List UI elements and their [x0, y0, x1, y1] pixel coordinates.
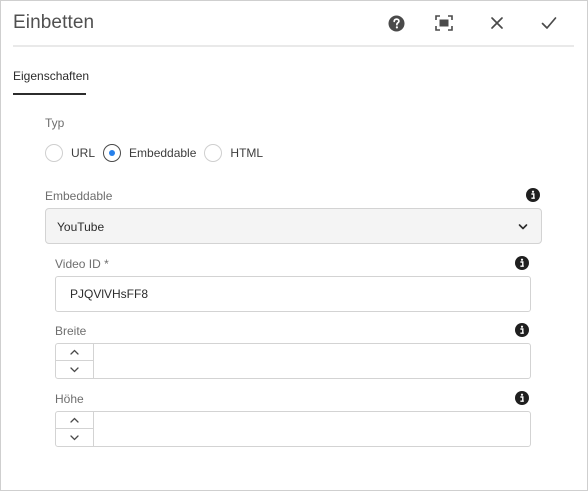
video-id-label: Video ID *: [55, 257, 109, 271]
type-radio-group: URL Embeddable HTML: [45, 144, 271, 162]
embed-dialog: Einbetten Eigenschaften Typ URL Embeddab…: [0, 0, 588, 491]
tab-eigenschaften[interactable]: Eigenschaften: [13, 69, 89, 91]
checkmark-icon: [541, 17, 557, 29]
header-divider: [13, 45, 574, 47]
chevron-up-icon: [70, 349, 79, 355]
width-stepper: [56, 344, 94, 378]
close-button[interactable]: [486, 12, 508, 34]
chevron-down-icon: [70, 366, 79, 372]
radio-url-label: URL: [71, 146, 96, 160]
width-decrement-button[interactable]: [56, 361, 93, 378]
width-label: Breite: [55, 324, 87, 338]
height-input[interactable]: [94, 412, 530, 446]
embeddable-select[interactable]: YouTube: [45, 208, 542, 244]
radio-embeddable[interactable]: Embeddable: [103, 144, 196, 162]
chevron-down-icon: [70, 434, 79, 440]
height-increment-button[interactable]: [56, 412, 93, 429]
video-id-input[interactable]: [55, 276, 531, 312]
width-input[interactable]: [94, 344, 530, 378]
fullscreen-icon: [435, 15, 453, 31]
video-id-info-icon[interactable]: [515, 256, 529, 270]
radio-embeddable-label: Embeddable: [129, 146, 197, 160]
radio-html-circle[interactable]: [204, 144, 223, 162]
dialog-header: Einbetten: [1, 1, 587, 47]
dialog-title: Einbetten: [13, 12, 95, 33]
type-label: Typ: [45, 116, 65, 130]
height-info-icon[interactable]: [515, 391, 529, 405]
help-button[interactable]: [385, 12, 407, 34]
radio-html-label: HTML: [230, 146, 264, 160]
height-stepper: [56, 412, 94, 446]
width-increment-button[interactable]: [56, 344, 93, 361]
radio-url-circle[interactable]: [45, 144, 63, 162]
height-decrement-button[interactable]: [56, 429, 93, 446]
fullscreen-button[interactable]: [433, 12, 455, 34]
radio-embeddable-circle[interactable]: [103, 144, 122, 162]
chevron-down-icon: [518, 224, 528, 230]
width-number-field: [55, 343, 531, 379]
tab-list: Eigenschaften: [13, 69, 89, 95]
close-icon: [491, 17, 503, 29]
confirm-button[interactable]: [538, 12, 560, 34]
embeddable-label: Embeddable: [45, 189, 113, 203]
embeddable-select-value: YouTube: [57, 220, 105, 234]
help-icon: [388, 15, 404, 31]
height-number-field: [55, 411, 531, 447]
width-info-icon[interactable]: [515, 323, 529, 337]
embeddable-info-icon[interactable]: [526, 188, 540, 202]
radio-html[interactable]: HTML: [204, 144, 263, 162]
chevron-up-icon: [70, 417, 79, 423]
tab-selected-indicator: [13, 93, 86, 95]
height-label: Höhe: [55, 392, 84, 406]
radio-url[interactable]: URL: [45, 144, 95, 162]
